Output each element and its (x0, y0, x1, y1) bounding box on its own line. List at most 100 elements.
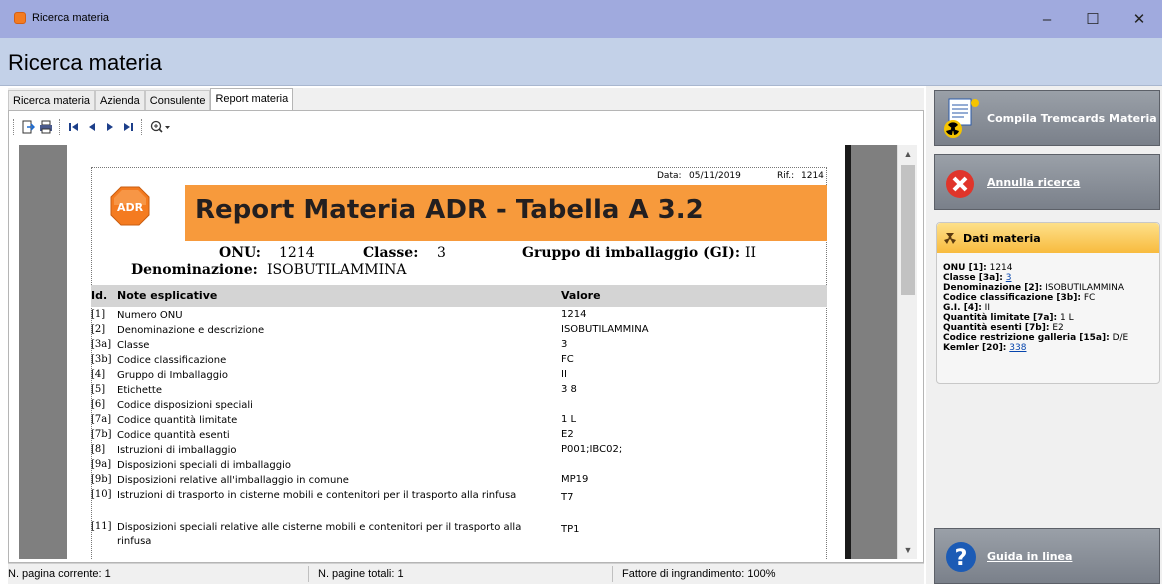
action-pane: Compila Tremcards Materia Annulla ricerc… (926, 86, 1162, 584)
table-row: [4] Gruppo di Imballaggio II (91, 368, 827, 383)
cancel-icon (945, 169, 975, 202)
report-toolbar (13, 115, 173, 139)
guida-in-linea-button[interactable]: ? Guida in linea (934, 528, 1160, 584)
next-page-icon[interactable] (101, 118, 119, 136)
classe-label: Classe: (363, 245, 419, 261)
close-button[interactable]: ✕ (1116, 0, 1162, 38)
row-value: E2 (561, 429, 574, 440)
scroll-thumb[interactable] (901, 165, 915, 295)
report-table-header: Id. Note esplicative Valore (91, 285, 827, 307)
row-id: [9b] (91, 474, 112, 485)
table-row: [7b] Codice quantità esenti E2 (91, 428, 827, 443)
row-value: II (561, 369, 567, 380)
tab-consulente[interactable]: Consulente (144, 90, 211, 110)
dati-kemler-link[interactable]: 338 (1009, 343, 1026, 353)
row-note: Disposizioni speciali relative alle cist… (117, 522, 522, 547)
print-icon[interactable] (37, 118, 55, 136)
toolbar-separator (141, 119, 143, 135)
row-value: TP1 (561, 524, 580, 535)
dati-qes-label: Quantità esenti [7b]: (943, 323, 1050, 333)
row-id: [3a] (91, 339, 112, 350)
scroll-down-icon[interactable]: ▼ (898, 541, 917, 559)
table-row: [11] Disposizioni speciali relative alle … (91, 520, 827, 552)
row-note: Gruppo di Imballaggio (117, 370, 228, 381)
dati-qlim-label: Quantità limitate [7a]: (943, 313, 1058, 323)
toolbar-grip (13, 119, 15, 135)
row-id: [6] (91, 399, 106, 410)
dati-codice-label: Codice classificazione [3b]: (943, 293, 1081, 303)
tab-ricerca-materia[interactable]: Ricerca materia (8, 90, 96, 110)
row-value: P001;IBC02; (561, 444, 623, 455)
report-scrollbar[interactable]: ▲ ▼ (897, 145, 917, 559)
window-title: Ricerca materia (32, 12, 110, 24)
svg-text:?: ? (955, 546, 968, 571)
dati-materia-title: Dati materia (963, 232, 1041, 245)
row-note: Disposizioni relative all'imballaggio in… (117, 475, 349, 486)
row-note: Classe (117, 340, 150, 351)
first-page-icon[interactable] (65, 118, 83, 136)
dati-classe-link[interactable]: 3 (1006, 273, 1012, 283)
status-total-pages: N. pagine totali: 1 (318, 568, 404, 580)
dati-denominazione-label: Denominazione [2]: (943, 283, 1043, 293)
denominazione-label: Denominazione: (131, 262, 258, 278)
table-row: [8] Istruzioni di imballaggio P001;IBC02; (91, 443, 827, 458)
guida-label: Guida in linea (987, 550, 1073, 563)
row-note: Codice classificazione (117, 355, 227, 366)
row-note: Codice quantità limitate (117, 415, 238, 426)
report-table-body: [1] Numero ONU 1214 [2] Denominazione e des… (91, 308, 827, 552)
dati-codice: FC (1083, 293, 1096, 303)
table-row: [3a] Classe 3 (91, 338, 827, 353)
dati-gi-label: G.I. [4]: (943, 303, 982, 313)
denominazione-value: ISOBUTILAMMINA (267, 262, 407, 278)
col-id: Id. (91, 289, 108, 302)
row-note: Disposizioni speciali di imballaggio (117, 460, 292, 471)
dati-qes: E2 (1052, 323, 1064, 333)
row-value: 1214 (561, 309, 587, 320)
table-row: [6] Codice disposizioni speciali (91, 398, 827, 413)
report-page: Data: 05/11/2019 Rif.: 1214 ADR Report M… (67, 145, 845, 559)
adr-logo-text: ADR (117, 201, 144, 214)
report-ref-label: Rif.: (777, 171, 795, 181)
tab-azienda[interactable]: Azienda (95, 90, 145, 110)
prev-page-icon[interactable] (83, 118, 101, 136)
table-row: [3b] Codice classificazione FC (91, 353, 827, 368)
dati-onu: 1214 (989, 263, 1013, 273)
compila-tremcards-button[interactable]: Compila Tremcards Materia (934, 90, 1160, 146)
row-id: [8] (91, 444, 106, 455)
row-note: Istruzioni di imballaggio (117, 445, 237, 456)
dati-classe-label: Classe [3a]: (943, 273, 1003, 283)
status-bar: N. pagina corrente: 1 N. pagine totali: … (8, 563, 924, 584)
page-shadow (845, 145, 851, 559)
row-id: [11] (91, 521, 112, 532)
annulla-ricerca-button[interactable]: Annulla ricerca (934, 154, 1160, 210)
gruppo-label-wrap: Gruppo di imballaggio (GI): (522, 245, 740, 261)
tab-report-materia[interactable]: Report materia (210, 88, 294, 110)
zoom-icon[interactable] (147, 118, 173, 136)
export-icon[interactable] (19, 118, 37, 136)
row-note: Denominazione e descrizione (117, 325, 265, 336)
minimize-button[interactable]: – (1024, 0, 1070, 38)
report-banner: Report Materia ADR - Tabella A 3.2 (185, 185, 827, 241)
scroll-up-icon[interactable]: ▲ (898, 145, 917, 163)
tremcards-icon (941, 97, 981, 142)
dati-kemler-label: Kemler [20]: (943, 343, 1007, 353)
main-pane: Ricerca materia Azienda Consulente Repor… (8, 88, 924, 563)
dati-materia-body: ONU [1]: 1214 Classe [3a]: 3 Denominazio… (943, 263, 1128, 353)
row-id: [1] (91, 309, 106, 320)
row-id: [2] (91, 324, 106, 335)
status-separator (308, 566, 309, 582)
table-row: [9b] Disposizioni relative all'imballaggi… (91, 473, 827, 488)
onu-value: 1214 (279, 245, 315, 261)
report-tab-panel: Data: 05/11/2019 Rif.: 1214 ADR Report M… (8, 110, 924, 563)
gruppo-value: II (745, 245, 757, 261)
dati-materia-panel: Dati materia ONU [1]: 1214 Classe [3a]: … (936, 222, 1160, 384)
col-valore: Valore (561, 289, 601, 302)
status-separator (612, 566, 613, 582)
table-row: [10] Istruzioni di trasporto in cisterne … (91, 488, 827, 520)
maximize-button[interactable]: ☐ (1070, 0, 1116, 38)
last-page-icon[interactable] (119, 118, 137, 136)
adr-logo: ADR (109, 185, 151, 227)
report-ref: 1214 (801, 171, 824, 181)
row-id: [5] (91, 384, 106, 395)
dati-qlim: 1 L (1060, 313, 1074, 323)
